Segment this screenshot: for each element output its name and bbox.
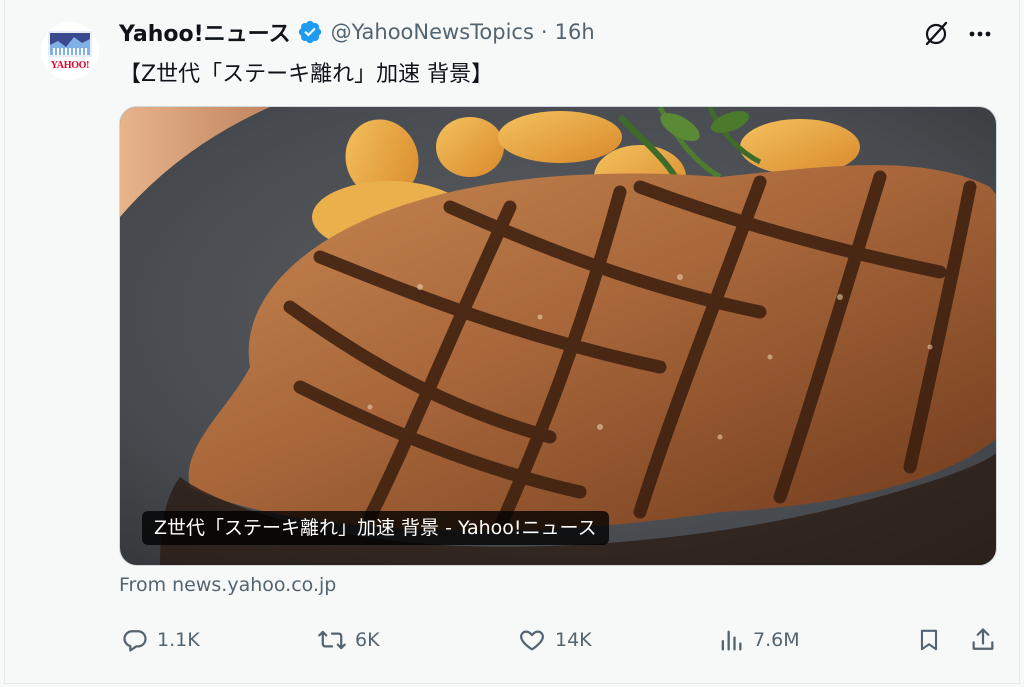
steak-photo (120, 107, 996, 565)
repost-button[interactable]: 6K (317, 622, 380, 658)
share-button[interactable] (965, 622, 1001, 658)
card-source[interactable]: From news.yahoo.co.jp (119, 574, 336, 596)
heart-icon (520, 630, 544, 651)
verified-badge-icon[interactable] (297, 19, 323, 45)
card-title: Z世代「ステーキ離れ」加速 背景 - Yahoo!ニュース (142, 511, 609, 545)
views-count: 7.6M (753, 629, 800, 651)
reply-count: 1.1K (157, 629, 200, 651)
tweet-text: 【Z世代「ステーキ離れ」加速 背景】 (119, 62, 494, 87)
repost-count: 6K (355, 629, 380, 651)
tweet-header: Yahoo!ニュース @YahooNewsTopics · 16h (119, 16, 595, 48)
repost-icon (318, 630, 346, 650)
like-button[interactable]: 14K (517, 622, 592, 658)
yahoo-news-logo-icon (48, 31, 92, 57)
views-icon (721, 630, 742, 651)
views-button[interactable]: 7.6M (717, 622, 800, 658)
more-icon (969, 31, 991, 37)
timestamp[interactable]: 16h (555, 20, 595, 44)
link-card[interactable]: Z世代「ステーキ離れ」加速 背景 - Yahoo!ニュース (119, 106, 997, 566)
display-name[interactable]: Yahoo!ニュース (119, 16, 291, 48)
share-icon (972, 628, 994, 650)
avatar[interactable]: YAHOO! (41, 22, 99, 80)
reply-icon (123, 630, 147, 652)
grok-icon (925, 21, 948, 46)
more-button[interactable] (963, 18, 997, 50)
separator-dot: · (540, 20, 548, 44)
like-count: 14K (555, 629, 592, 651)
user-handle[interactable]: @YahooNewsTopics (331, 20, 534, 44)
reply-button[interactable]: 1.1K (121, 622, 200, 658)
grok-button[interactable] (919, 18, 953, 50)
bookmark-icon (920, 629, 938, 651)
avatar-logo-text: YAHOO! (50, 60, 90, 71)
bookmark-button[interactable] (911, 622, 947, 658)
tweet[interactable]: YAHOO! Yahoo!ニュース @YahooNewsTopics · 16h… (4, 0, 1020, 684)
